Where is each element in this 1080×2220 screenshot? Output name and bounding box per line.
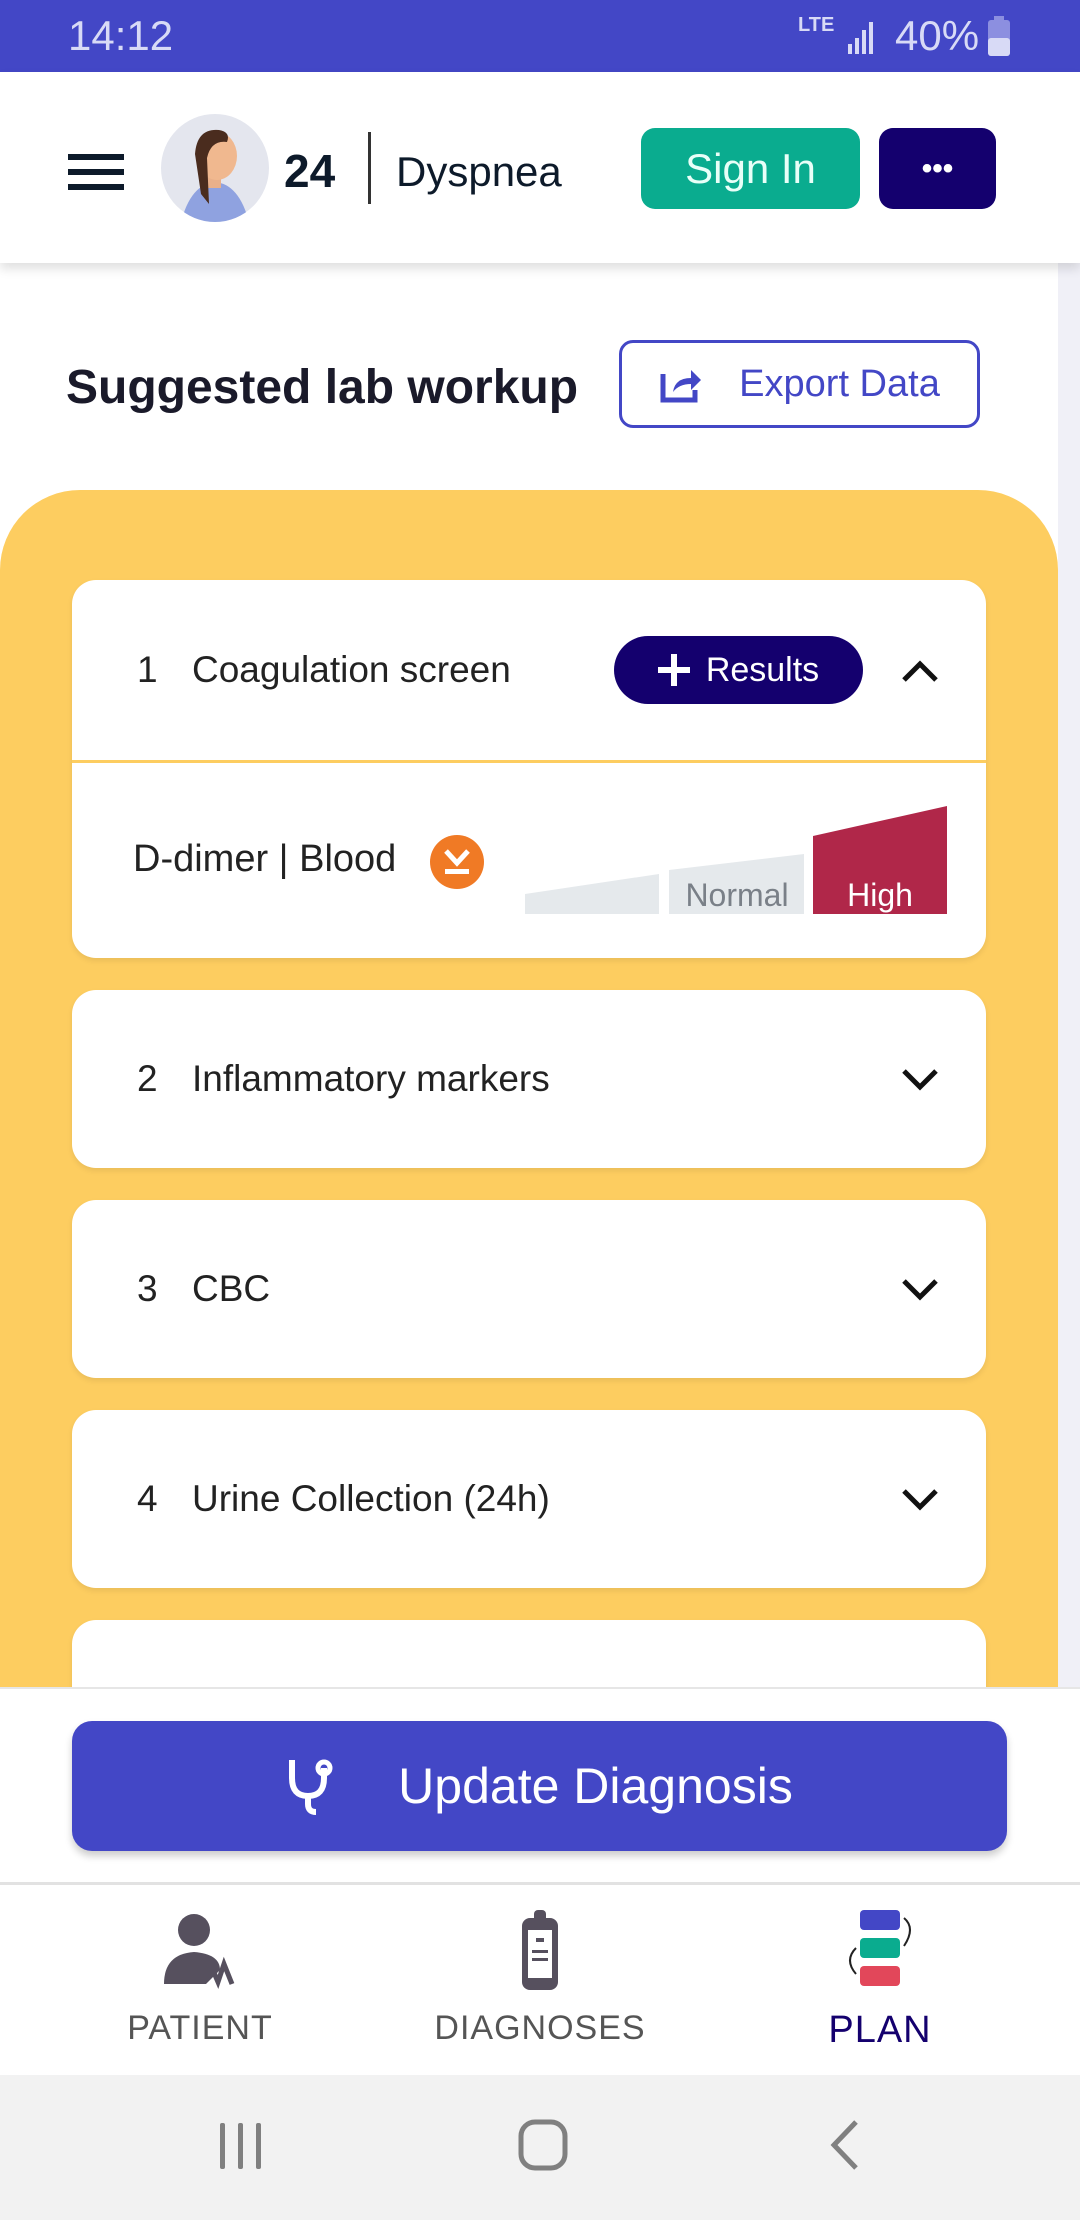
- lab-number: 4: [137, 1478, 158, 1519]
- lab-name: CBC: [192, 1268, 271, 1309]
- lab-name: Coagulation screen: [192, 649, 511, 690]
- nav-tab-plan[interactable]: PLAN: [730, 1910, 1030, 2052]
- lab-name: Inflammatory markers: [192, 1058, 550, 1099]
- share-export-icon: [660, 370, 702, 403]
- stethoscope-icon: [289, 1759, 333, 1815]
- header-divider: [368, 132, 371, 204]
- lab-header-1[interactable]: 1 Coagulation screen Results: [72, 580, 986, 763]
- chevron-down-icon[interactable]: [900, 1269, 940, 1309]
- nav-label: PATIENT: [127, 2009, 273, 2047]
- lab-card-3[interactable]: 3 CBC: [72, 1200, 986, 1378]
- nav-tab-diagnoses[interactable]: DIAGNOSES: [390, 1910, 690, 2048]
- sign-in-button[interactable]: Sign In: [641, 128, 860, 209]
- network-indicator: LTE: [798, 14, 835, 36]
- nav-tab-patient[interactable]: PATIENT: [50, 1910, 350, 2048]
- add-results-button[interactable]: Results: [614, 636, 863, 704]
- chevron-down-icon[interactable]: [900, 1059, 940, 1099]
- export-data-button[interactable]: Export Data: [619, 340, 980, 428]
- range-bar-low: [525, 874, 659, 914]
- battery-icon: [988, 16, 1010, 56]
- chevron-up-icon[interactable]: [900, 652, 940, 692]
- lab-number: 3: [137, 1268, 158, 1309]
- chevron-down-icon[interactable]: [900, 1479, 940, 1519]
- nav-label: DIAGNOSES: [434, 2009, 646, 2047]
- high-flag-icon: [430, 835, 484, 889]
- clipboard-icon: [522, 1910, 558, 1990]
- home-icon[interactable]: [518, 2119, 568, 2171]
- scrollbar[interactable]: [1058, 263, 1080, 1687]
- test-row-d-dimer[interactable]: D-dimer | Blood Normal High: [72, 766, 986, 958]
- status-bar: 14:12 LTE 40%: [0, 0, 1080, 72]
- lab-name: Urine Collection (24h): [192, 1478, 550, 1519]
- range-label-high: High: [847, 877, 913, 913]
- lab-card-4[interactable]: 4 Urine Collection (24h): [72, 1410, 986, 1588]
- results-label: Results: [705, 650, 820, 689]
- hamburger-menu-icon[interactable]: [68, 152, 124, 192]
- nav-divider: [0, 1882, 1080, 1885]
- nav-label: PLAN: [828, 2009, 932, 2051]
- patient-icon: [164, 1914, 235, 1990]
- battery-percent: 40%: [895, 12, 980, 59]
- more-options-button[interactable]: •••: [879, 128, 996, 209]
- patient-age: 24: [284, 145, 336, 197]
- lab-card-1: 1 Coagulation screen Results D-dimer | B…: [72, 580, 986, 958]
- lab-card-2[interactable]: 2 Inflammatory markers: [72, 990, 986, 1168]
- update-diagnosis-button[interactable]: Update Diagnosis: [72, 1721, 1007, 1851]
- range-label-normal: Normal: [685, 877, 788, 913]
- lab-number: 1: [137, 649, 158, 690]
- back-icon[interactable]: [828, 2119, 862, 2171]
- plan-flow-icon: [849, 1910, 911, 1986]
- chief-complaint: Dyspnea: [396, 148, 562, 195]
- result-range-scale: Normal High: [525, 806, 947, 914]
- status-time: 14:12: [68, 12, 174, 59]
- lab-number: 2: [137, 1058, 158, 1099]
- export-data-label: Export Data: [739, 362, 940, 405]
- app-header: 24 Dyspnea Sign In •••: [0, 72, 1080, 263]
- system-nav-bar: [0, 2075, 1080, 2220]
- plus-icon: [657, 654, 690, 686]
- update-diagnosis-label: Update Diagnosis: [398, 1758, 793, 1814]
- signal-icon: [848, 22, 873, 54]
- recent-apps-icon[interactable]: [218, 2121, 264, 2171]
- test-name: D-dimer | Blood: [133, 838, 397, 880]
- patient-avatar[interactable]: [161, 114, 269, 222]
- section-title: Suggested lab workup: [66, 361, 579, 414]
